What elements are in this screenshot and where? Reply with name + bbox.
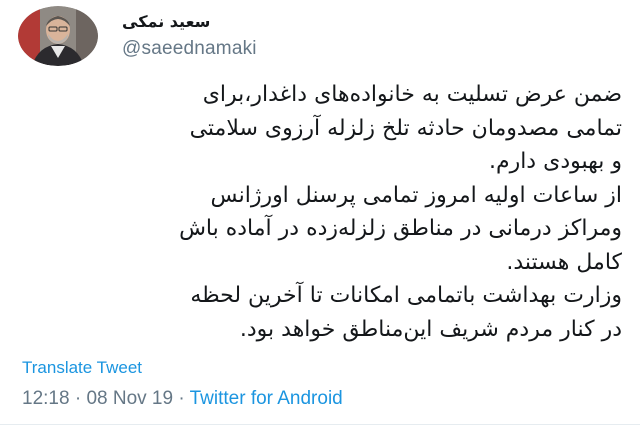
tweet-time[interactable]: 12:18 [22, 388, 70, 409]
meta-separator: · [178, 388, 185, 409]
tweet-metadata: 12:18 · 08 Nov 19 · Twitter for Android [22, 388, 343, 410]
author-names: سعید نمکی @saeednamaki [122, 11, 257, 61]
avatar[interactable] [18, 6, 98, 66]
tweet-text: ضمن عرض تسلیت به خانواده‌های داغدار،برای… [22, 78, 622, 346]
display-name[interactable]: سعید نمکی [122, 11, 257, 33]
tweet-text-line: وزارت بهداشت باتمامی امکانات تا آخرین لح… [190, 283, 622, 308]
tweet-text-line: ومراکز درمانی در مناطق زلزله‌زده در آماد… [179, 216, 622, 241]
translate-tweet-link[interactable]: Translate Tweet [22, 358, 142, 378]
tweet-text-line: کامل هستند. [506, 249, 622, 275]
tweet-text-line: ضمن عرض تسلیت به خانواده‌های داغدار،برای [202, 82, 622, 107]
tweet-text-line: تمامی مصدومان حادثه تلخ زلزله آرزوی سلام… [189, 115, 622, 141]
tweet-text-line: از ساعات اولیه امروز تمامی پرسنل اورژانس [210, 182, 622, 208]
avatar-photo-icon [18, 6, 98, 66]
tweet-header: سعید نمکی @saeednamaki [18, 6, 257, 66]
tweet-text-line: و بهبودی دارم. [488, 149, 622, 174]
tweet-text-line: در کنار مردم شریف این‌مناطق خواهد بود. [239, 316, 622, 342]
user-handle[interactable]: @saeednamaki [122, 37, 257, 61]
tweet-card: سعید نمکی @saeednamaki ضمن عرض تسلیت به … [0, 0, 640, 425]
tweet-date[interactable]: 08 Nov 19 [86, 388, 173, 409]
tweet-source-link[interactable]: Twitter for Android [190, 388, 343, 409]
meta-separator: · [74, 388, 82, 409]
